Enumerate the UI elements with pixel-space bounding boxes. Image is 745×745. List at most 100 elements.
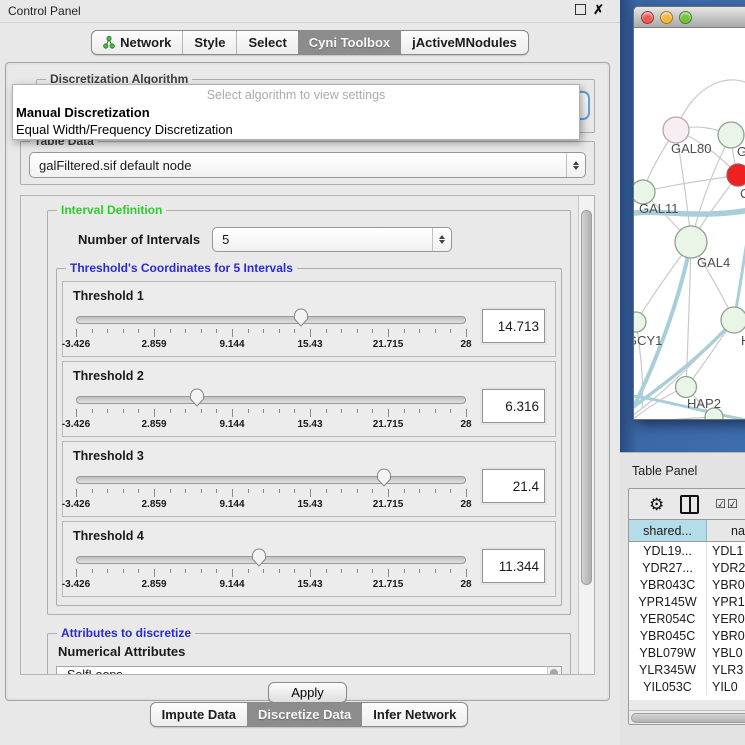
table-cell[interactable]: YLR3 [707, 661, 745, 678]
float-window-icon[interactable] [575, 4, 586, 15]
attributes-group: Attributes to discretize Numerical Attri… [47, 633, 571, 675]
table-data-group: Table Data galFiltered.sif default node [20, 141, 595, 185]
table-panel: ⚙ ☑☑ shared... na YDL19...YDL1YDR27...YD… [628, 488, 745, 725]
threshold-label: Threshold 2 [73, 369, 545, 383]
network-window[interactable]: GAL80 GA C GAL11 GAL4 GCY1 H HAP2 [633, 6, 745, 420]
checkbox-icons[interactable]: ☑☑ [715, 497, 739, 511]
threshold-value-4[interactable]: 11.344 [482, 549, 545, 583]
table-cell[interactable]: YBR045C [629, 627, 707, 644]
slider-thumb[interactable] [377, 468, 392, 487]
split-columns-icon[interactable] [680, 495, 699, 514]
slider-track[interactable] [76, 316, 466, 324]
threshold-value-1[interactable]: 14.713 [482, 309, 545, 343]
node-label: GAL11 [639, 201, 679, 216]
tab-discretize-data[interactable]: Discretize Data [247, 703, 362, 726]
slider-thumb[interactable] [189, 388, 204, 407]
cyni-toolbox-panel: Discretization Algorithm Table Data galF… [5, 62, 610, 701]
table-cell[interactable]: YBL0 [707, 644, 745, 661]
tab-network[interactable]: Network [92, 31, 182, 54]
table-cell[interactable]: YLR345W [629, 661, 707, 678]
table-cell[interactable]: YER054C [629, 610, 707, 627]
dropdown-option-equal-width[interactable]: Equal Width/Frequency Discretization [13, 121, 579, 138]
slider-axis-labels: -3.4262.8599.14415.4321.71528 [76, 419, 466, 431]
table-row[interactable]: YDL19...YDL1 [629, 542, 745, 559]
gear-icon[interactable]: ⚙ [649, 496, 664, 513]
list-item[interactable]: SelfLoops [57, 667, 561, 675]
table-cell[interactable]: YBR0 [707, 627, 745, 644]
scrollbar-thumb[interactable] [581, 210, 592, 585]
table-hscrollbar[interactable] [629, 710, 745, 724]
apply-button[interactable]: Apply [268, 682, 347, 703]
scrollbar-thumb[interactable] [631, 713, 745, 723]
table-cell[interactable]: YDR2 [707, 559, 745, 576]
threshold-slider-3[interactable]: -3.4262.8599.14415.4321.71528 [76, 467, 466, 513]
tab-style[interactable]: Style [182, 31, 236, 54]
table-cell[interactable]: YDL19... [629, 542, 707, 559]
threshold-box-3: Threshold 3 -3.4262.8599.14415.4321.7152… [62, 441, 556, 517]
node-label: GAL80 [671, 141, 711, 156]
thresholds-group: Threshold's Coordinates for 5 Intervals … [56, 268, 562, 606]
network-window-titlebar[interactable] [634, 7, 745, 28]
slider-track[interactable] [76, 396, 466, 404]
table-cell[interactable]: YPR1 [707, 593, 745, 610]
network-node [676, 377, 697, 398]
table-row[interactable]: YIL053CYIL0 [629, 678, 745, 695]
table-row[interactable]: YPR145WYPR1 [629, 593, 745, 610]
threshold-value-3[interactable]: 21.4 [482, 469, 545, 503]
bottom-tab-bar: Impute Data Discretize Data Infer Networ… [0, 702, 618, 727]
table-row[interactable]: YBR045CYBR0 [629, 627, 745, 644]
threshold-value-2[interactable]: 6.316 [482, 389, 545, 423]
table-row[interactable]: YDR27...YDR2 [629, 559, 745, 576]
table-cell[interactable]: YIL0 [707, 678, 745, 695]
threshold-slider-2[interactable]: -3.4262.8599.14415.4321.71528 [76, 387, 466, 433]
tab-label: Discretize Data [258, 707, 351, 722]
table-cell[interactable]: YBR043C [629, 576, 707, 593]
dropdown-hint: Select algorithm to view settings [13, 85, 579, 104]
table-cell[interactable]: YBR0 [707, 576, 745, 593]
column-header-shared[interactable]: shared... [629, 520, 707, 541]
table-row[interactable]: YBL079WYBL0 [629, 644, 745, 661]
threshold-box-4: Threshold 4 -3.4262.8599.14415.4321.7152… [62, 521, 556, 597]
panel-scrollbar[interactable] [578, 196, 594, 674]
node-label: H [741, 333, 745, 348]
network-graph[interactable]: GAL80 GA C GAL11 GAL4 GCY1 H HAP2 [634, 28, 745, 420]
tab-jactivemnodules[interactable]: jActiveMNodules [401, 31, 528, 54]
attributes-group-title: Attributes to discretize [57, 626, 195, 640]
slider-ticks [76, 569, 466, 578]
table-cell[interactable]: YER0 [707, 610, 745, 627]
table-data-combo-value: galFiltered.sif default node [30, 158, 566, 173]
table-row[interactable]: YBR043CYBR0 [629, 576, 745, 593]
table-row[interactable]: YER054CYER0 [629, 610, 745, 627]
threshold-slider-1[interactable]: -3.4262.8599.14415.4321.71528 [76, 307, 466, 353]
control-panel: Control Panel ✗ Network [0, 0, 620, 745]
threshold-box-2: Threshold 2 -3.4262.8599.14415.4321.7152… [62, 361, 556, 437]
tab-infer-network[interactable]: Infer Network [362, 703, 467, 726]
node-label: C [740, 186, 745, 201]
table-row[interactable]: YLR345WYLR3 [629, 661, 745, 678]
slider-track[interactable] [76, 556, 466, 564]
list-scrollbar[interactable] [547, 667, 561, 675]
dropdown-option-manual[interactable]: Manual Discretization [13, 104, 579, 121]
threshold-slider-4[interactable]: -3.4262.8599.14415.4321.71528 [76, 547, 466, 593]
table-cell[interactable]: YPR145W [629, 593, 707, 610]
tab-cyni-toolbox[interactable]: Cyni Toolbox [298, 31, 401, 54]
num-intervals-combo[interactable]: 5 [212, 227, 452, 252]
zoom-traffic-icon[interactable] [679, 11, 692, 24]
threshold-label: Threshold 1 [73, 289, 545, 303]
slider-thumb[interactable] [252, 548, 267, 567]
tab-impute-data[interactable]: Impute Data [151, 703, 247, 726]
numerical-attributes-list[interactable]: SelfLoops TopologicalCoefficient Between… [56, 666, 562, 675]
slider-thumb[interactable] [294, 308, 309, 327]
slider-ticks [76, 489, 466, 498]
minimize-traffic-icon[interactable] [660, 11, 673, 24]
table-cell[interactable]: YIL053C [629, 678, 707, 695]
tab-select[interactable]: Select [236, 31, 297, 54]
table-cell[interactable]: YDL1 [707, 542, 745, 559]
close-traffic-icon[interactable] [641, 11, 654, 24]
column-header-name[interactable]: na [707, 520, 745, 541]
table-data-combo[interactable]: galFiltered.sif default node [29, 152, 586, 178]
table-cell[interactable]: YDR27... [629, 559, 707, 576]
close-icon[interactable]: ✗ [593, 3, 604, 16]
slider-track[interactable] [76, 476, 466, 484]
table-cell[interactable]: YBL079W [629, 644, 707, 661]
